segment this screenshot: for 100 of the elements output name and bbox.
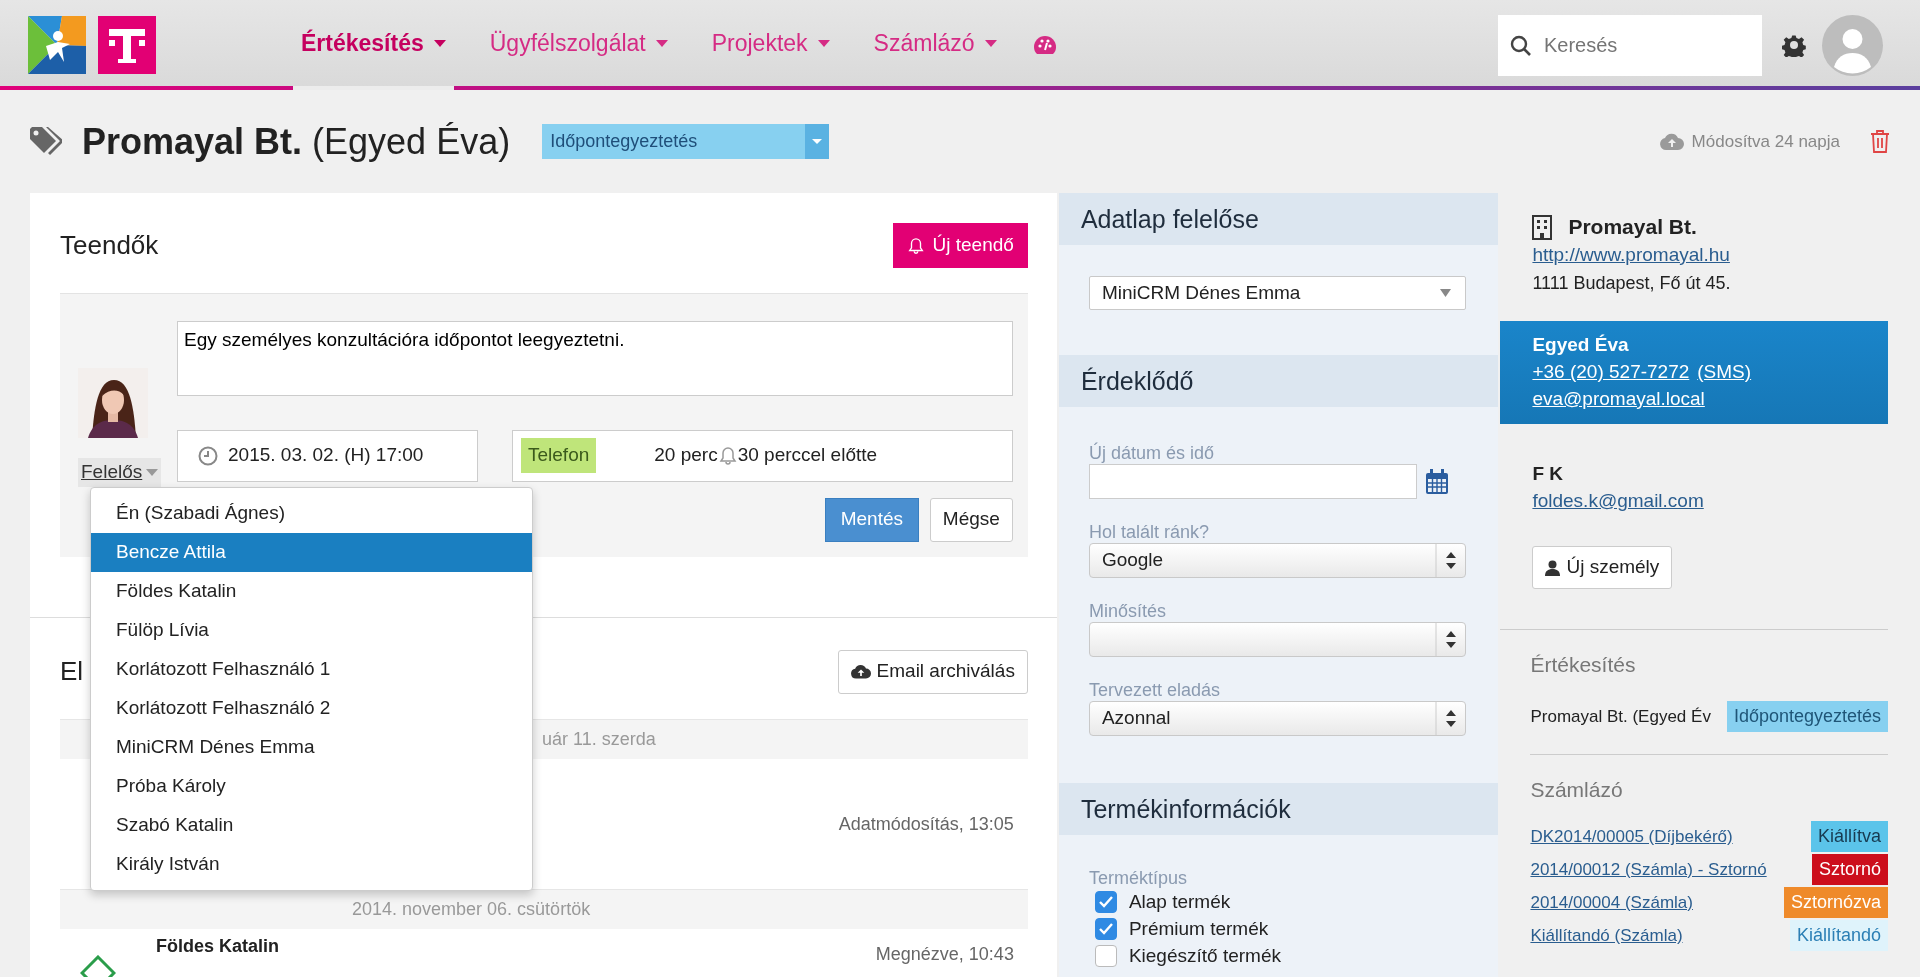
checkbox[interactable] <box>1094 945 1117 967</box>
owner-dropdown-toggle[interactable]: Felelős <box>78 458 162 487</box>
nav-menu-item[interactable]: Számlázó <box>865 0 1005 90</box>
section-title: Számlázó <box>1530 777 1624 803</box>
bell-icon <box>717 445 738 466</box>
phone-link[interactable]: +36 (20) 527-7272 <box>1532 358 1690 385</box>
menu-item[interactable]: Király István <box>91 845 532 884</box>
checkbox[interactable] <box>1094 891 1117 913</box>
select-field[interactable]: Azonnal <box>1088 701 1467 736</box>
date-divider-text: 2014. november 06. csütörtök <box>352 898 591 921</box>
date-divider-text: uár 11. szerda <box>542 728 656 751</box>
field-label: Tervezett eladás <box>1088 679 1221 701</box>
sale-item-text[interactable]: Promayal Bt. (Egyed Év <box>1530 703 1711 730</box>
nav-menu-item[interactable]: Értékesítés <box>293 0 454 90</box>
user-icon <box>1545 559 1561 576</box>
email-link[interactable]: foldes.k@gmail.com <box>1532 490 1704 511</box>
menu-item[interactable]: Bencze Attila <box>91 533 532 572</box>
field-label: Terméktípus <box>1088 867 1188 887</box>
section-title: Értékesítés <box>1530 652 1637 678</box>
checkbox-label: Kiegészítő termék <box>1128 943 1281 968</box>
email-link[interactable]: eva@promayal.local <box>1532 388 1705 409</box>
contact-name: F K <box>1532 463 1564 484</box>
new-person-button[interactable]: Új személy <box>1532 546 1673 589</box>
nav-menu-item[interactable]: Projektek <box>703 0 838 90</box>
checkbox-label: Alap termék <box>1128 889 1231 914</box>
caret-icon <box>146 468 159 476</box>
caret-icon <box>984 39 997 47</box>
date-field[interactable]: 2015. 03. 02. (H) 17:00 <box>177 429 478 482</box>
checkbox[interactable] <box>1094 918 1117 940</box>
tag-icon <box>30 126 62 157</box>
nav-menu-item[interactable]: Ügyfélszolgálat <box>481 0 676 90</box>
owner-select[interactable]: MiniCRM Dénes Emma <box>1088 276 1467 310</box>
invoice-link[interactable]: DK2014/00005 (Díjbekérő) <box>1530 824 1733 850</box>
section-header: Érdeklődő <box>1058 355 1499 407</box>
date-input[interactable] <box>1088 464 1417 499</box>
contact-name: Egyed Éva <box>1532 334 1629 355</box>
website-link[interactable]: http://www.promayal.hu <box>1532 244 1730 265</box>
activity-meta: Megnézve, 10:43 <box>875 943 1014 966</box>
menu-item[interactable]: Én (Szabadi Ágnes) <box>91 494 532 533</box>
field-label: Hol talált ránk? <box>1088 521 1210 543</box>
activity-author: Földes Katalin <box>156 935 280 958</box>
field-label: Minősítés <box>1088 600 1167 622</box>
section-title: El <box>60 655 84 688</box>
email-archive-button[interactable]: Email archiválás <box>837 649 1028 694</box>
search-field[interactable]: Keresés <box>1498 15 1762 76</box>
menu-item[interactable]: Próba Károly <box>91 767 532 806</box>
gauge-icon[interactable] <box>1032 34 1057 56</box>
app-logo <box>28 16 86 74</box>
invoice-link[interactable]: 2014/00004 (Számla) <box>1530 890 1693 916</box>
duration-text: 20 perc <box>654 443 718 468</box>
cancel-button[interactable]: Mégse <box>929 497 1013 542</box>
select-field[interactable] <box>1088 622 1467 657</box>
settings-icon[interactable] <box>1782 33 1806 57</box>
address-text: 1111 Budapest, Fő út 45. <box>1532 272 1732 295</box>
menu-item[interactable]: Földes Katalin <box>91 572 532 611</box>
status-dropdown[interactable]: Időpontegyeztetés <box>542 124 830 159</box>
status-badge: Kiállítandó <box>1789 920 1888 952</box>
section-header: Termékinformációk <box>1058 783 1499 835</box>
menu-item[interactable]: MiniCRM Dénes Emma <box>91 728 532 767</box>
cloud-upload-icon <box>850 664 871 679</box>
delete-icon[interactable] <box>1870 130 1890 153</box>
user-avatar-icon[interactable] <box>1822 14 1883 76</box>
section-title: Teendők <box>60 229 159 262</box>
menu-item[interactable]: Korlátozott Felhasználó 1 <box>91 650 532 689</box>
status-badge: Kiállítva <box>1810 821 1888 853</box>
status-badge: Sztornózva <box>1783 887 1888 919</box>
clock-icon <box>198 445 218 466</box>
building-icon <box>1532 214 1553 240</box>
sms-link[interactable]: (SMS) <box>1697 358 1752 385</box>
caret-icon <box>433 39 446 47</box>
diamond-icon <box>80 955 116 977</box>
check-icon <box>1098 896 1113 908</box>
caret-icon <box>655 39 668 47</box>
status-badge: Időpontegyeztetés <box>1726 701 1888 733</box>
activity-meta: Adatmódosítás, 13:05 <box>838 812 1014 836</box>
task-text-field[interactable]: Egy személyes konzultációra időpontot leegyeztetni. <box>177 321 1013 396</box>
search-icon <box>1510 35 1532 57</box>
calendar-icon[interactable] <box>1424 468 1449 495</box>
select-field[interactable]: Google <box>1088 543 1467 578</box>
caret-icon <box>1440 289 1452 297</box>
menu-item[interactable]: Korlátozott Felhasználó 2 <box>91 689 532 728</box>
menu-item[interactable]: Fülöp Lívia <box>91 611 532 650</box>
modified-text: Módosítva 24 napja <box>1691 130 1840 153</box>
status-badge: Sztornó <box>1811 854 1888 886</box>
menu-item[interactable]: Szabó Katalin <box>91 806 532 845</box>
checkbox-label: Prémium termék <box>1128 916 1269 941</box>
field-label: Új dátum és idő <box>1088 441 1215 464</box>
caret-icon <box>805 124 830 159</box>
section-header: Adatlap felelőse <box>1058 193 1499 245</box>
invoice-link[interactable]: Kiállítandó (Számla) <box>1530 923 1683 949</box>
invoice-link[interactable]: 2014/00012 (Számla) - Sztornó <box>1530 857 1767 883</box>
brand-logo <box>98 16 156 74</box>
company-name: Promayal Bt. <box>1568 214 1697 240</box>
caret-icon <box>817 39 830 47</box>
new-task-button[interactable]: Új teendő <box>892 223 1028 268</box>
type-tag: Telefon <box>521 438 597 473</box>
bell-icon <box>906 236 925 255</box>
task-type-field[interactable]: Telefon 20 perc 30 perccel előtte <box>512 429 1013 482</box>
check-icon <box>1098 923 1113 935</box>
reminder-text: 30 perccel előtte <box>737 443 878 468</box>
